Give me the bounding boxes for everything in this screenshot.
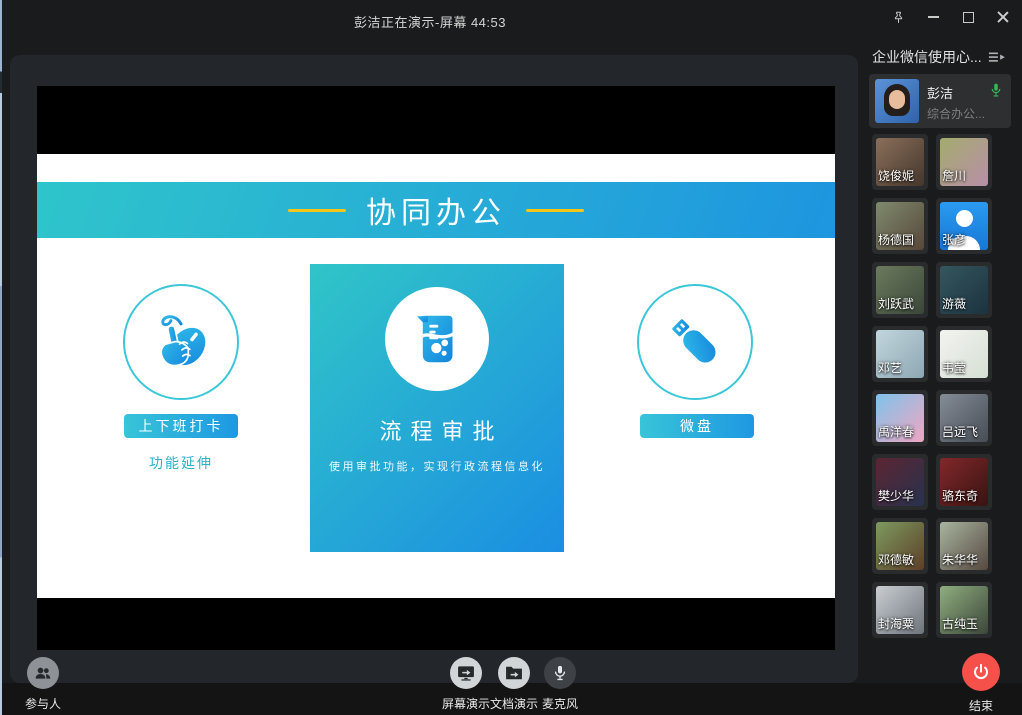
window-controls xyxy=(885,6,1016,28)
participant-name: 刘跃武 xyxy=(878,295,914,312)
participant-name: 韦莹 xyxy=(942,359,966,376)
mic-icon[interactable] xyxy=(544,657,576,689)
participant-name: 吕远飞 xyxy=(942,423,978,440)
approval-title: 流程审批 xyxy=(310,414,564,446)
mic-label: 麦克风 xyxy=(542,695,578,712)
approval-card-circle xyxy=(385,287,489,391)
participant-name: 游薇 xyxy=(942,295,966,312)
approval-card: 流程审批 使用审批功能，实现行政流程信息化 xyxy=(310,264,564,552)
participant-tile[interactable]: 张彦 xyxy=(936,198,992,254)
end-label: 结束 xyxy=(969,697,993,714)
participants-button[interactable]: 参与人 xyxy=(19,657,67,712)
participant-name: 禹洋春 xyxy=(878,423,914,440)
mic-on-icon xyxy=(989,82,1003,103)
participant-tile[interactable]: 詹川 xyxy=(936,134,992,190)
participants-label: 参与人 xyxy=(25,695,61,712)
banner-dash-left xyxy=(288,209,346,212)
titlebar: 彭洁正在演示-屏幕 44:53 xyxy=(0,0,1022,40)
doc-share-icon[interactable] xyxy=(498,657,530,689)
meeting-timer: 44:53 xyxy=(471,15,506,30)
participant-tile[interactable]: 骆东奇 xyxy=(936,454,992,510)
screen-share-label: 屏幕演示 xyxy=(442,695,490,712)
doc-share-label: 文档演示 xyxy=(490,695,538,712)
participant-name: 朱华华 xyxy=(942,551,978,568)
presenting-title: 彭洁正在演示-屏幕 44:53 xyxy=(0,12,860,31)
host-department: 综合办公... xyxy=(927,105,985,122)
attendance-caption: 功能延伸 xyxy=(123,453,239,473)
maximize-icon[interactable] xyxy=(955,6,981,28)
participant-name: 詹川 xyxy=(942,167,966,184)
doc-share-button[interactable]: 文档演示 xyxy=(486,657,542,712)
participant-name: 樊少华 xyxy=(878,487,914,504)
usb-drive-icon xyxy=(662,309,728,375)
close-icon[interactable] xyxy=(990,6,1016,28)
host-avatar xyxy=(875,79,919,123)
participant-name: 杨德国 xyxy=(878,231,914,248)
participant-name: 封海粟 xyxy=(878,615,914,632)
meeting-topic: 企业微信使用心... xyxy=(872,47,982,67)
participant-tile[interactable]: 饶俊妮 xyxy=(872,134,928,190)
participant-tile[interactable]: 吕远飞 xyxy=(936,390,992,446)
participant-grid: 饶俊妮 詹川杨德国 张彦刘跃武 游薇邓艺 韦莹禹洋春 吕远飞樊少华 骆东奇邓德敏 朱华华封海粟… xyxy=(872,134,992,638)
power-icon[interactable] xyxy=(962,653,1000,691)
background-window-edge xyxy=(0,0,2,715)
host-name: 彭洁 xyxy=(927,83,953,102)
meeting-window: 彭洁正在演示-屏幕 44:53 协同办公 xyxy=(0,0,1022,715)
participant-tile[interactable]: 游薇 xyxy=(936,262,992,318)
participant-tile[interactable]: 封海粟 xyxy=(872,582,928,638)
participant-tile[interactable]: 朱华华 xyxy=(936,518,992,574)
participant-tile[interactable]: 邓德敏 xyxy=(872,518,928,574)
host-participant-row[interactable]: 彭洁 综合办公... xyxy=(869,74,1011,128)
approval-description: 使用审批功能，实现行政流程信息化 xyxy=(310,458,564,474)
minimize-icon[interactable] xyxy=(920,6,946,28)
presentation-stage: 协同办公 xyxy=(10,55,858,683)
participant-tile[interactable]: 杨德国 xyxy=(872,198,928,254)
presenter-text: 彭洁正在演示-屏幕 xyxy=(354,15,467,30)
banner-dash-right xyxy=(526,209,584,212)
wedrive-button: 微盘 xyxy=(640,414,754,438)
slide-banner: 协同办公 xyxy=(37,182,835,238)
participant-tile[interactable]: 古纯玉 xyxy=(936,582,992,638)
participant-name: 张彦 xyxy=(942,231,966,248)
sidebar-header: 企业微信使用心... xyxy=(872,46,1016,68)
people-icon[interactable] xyxy=(27,657,59,689)
beaker-icon xyxy=(406,308,468,370)
pin-icon[interactable] xyxy=(885,6,911,28)
participant-tile[interactable]: 樊少华 xyxy=(872,454,928,510)
end-meeting-button[interactable]: 结束 xyxy=(957,653,1005,714)
participant-name: 饶俊妮 xyxy=(878,167,914,184)
participant-name: 古纯玉 xyxy=(942,615,978,632)
attendance-button: 上下班打卡 xyxy=(124,414,238,438)
wedrive-card-circle xyxy=(637,284,753,400)
participant-tile[interactable]: 禹洋春 xyxy=(872,390,928,446)
shared-screen-slide: 协同办公 xyxy=(37,86,835,650)
screen-share-icon[interactable] xyxy=(450,657,482,689)
participant-name: 骆东奇 xyxy=(942,487,978,504)
participant-tile[interactable]: 刘跃武 xyxy=(872,262,928,318)
slide-banner-title: 协同办公 xyxy=(366,188,506,232)
participant-tile[interactable]: 邓艺 xyxy=(872,326,928,382)
mouse-click-icon xyxy=(145,306,217,378)
attendance-card-circle xyxy=(123,284,239,400)
collapse-list-icon[interactable] xyxy=(988,50,1006,64)
participant-tile[interactable]: 韦莹 xyxy=(936,326,992,382)
mic-button[interactable]: 麦克风 xyxy=(536,657,584,712)
participant-name: 邓德敏 xyxy=(878,551,914,568)
participant-name: 邓艺 xyxy=(878,359,902,376)
